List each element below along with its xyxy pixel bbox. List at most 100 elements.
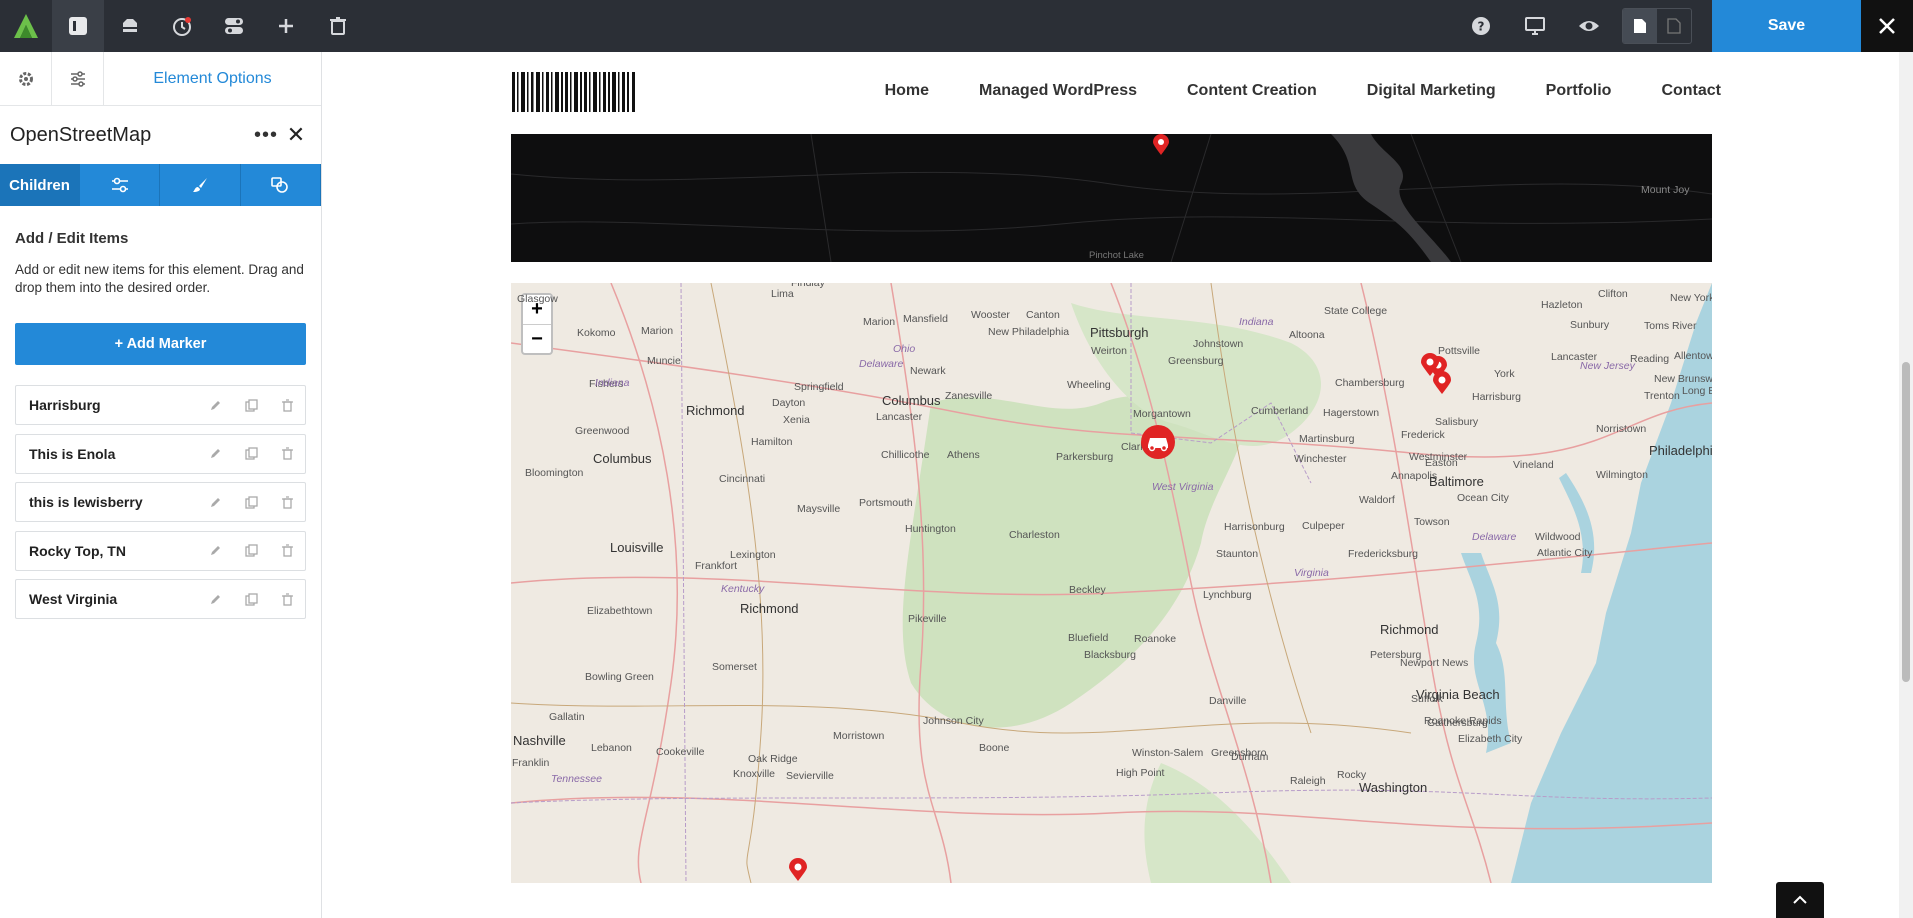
map-label: Weirton [1091,345,1127,357]
close-builder-button[interactable] [1861,0,1913,52]
trash-icon[interactable] [269,398,305,412]
sliders-icon[interactable] [52,52,104,106]
map-label: Harrisburg [1472,391,1522,403]
toolbar-right: ? Save [1454,0,1913,52]
page-canvas: Home Managed WordPress Content Creation … [323,52,1913,918]
nav-managed-wordpress[interactable]: Managed WordPress [979,82,1137,100]
scrollbar-thumb[interactable] [1902,362,1910,682]
page-scrollbar[interactable] [1899,52,1913,918]
map-label: Morristown [833,730,885,742]
app-logo[interactable] [0,0,52,52]
nav-contact[interactable]: Contact [1661,82,1721,100]
nav-digital-marketing[interactable]: Digital Marketing [1367,82,1496,100]
clone-icon[interactable] [233,544,269,557]
close-panel-icon[interactable]: ✕ [281,122,311,148]
map-marker-icon[interactable] [1419,353,1441,377]
map-label: Richmond [1380,622,1439,637]
settings-icon [111,177,128,193]
map-label: Culpeper [1302,520,1345,532]
list-item[interactable]: West Virginia [15,579,306,619]
map-marker-icon[interactable] [787,858,809,882]
clone-icon[interactable] [233,447,269,460]
map-label: Dayton [772,397,806,409]
nav-home[interactable]: Home [885,82,929,100]
car-marker-icon[interactable] [1140,424,1176,460]
map-label: Lancaster [1551,351,1598,363]
map-label: Columbus [882,393,941,408]
tab-children[interactable]: Children [0,164,80,206]
trash-icon[interactable] [269,544,305,557]
map-label: Charleston [1009,529,1060,541]
section-description: Add or edit new items for this element. … [15,262,304,295]
map-label: Towson [1414,516,1450,528]
list-item[interactable]: Rocky Top, TN [15,530,306,571]
scroll-to-top-button[interactable] [1776,882,1824,918]
more-options-icon[interactable]: ••• [251,124,281,147]
map-label: Wooster [971,309,1010,321]
tab-settings[interactable] [80,164,161,206]
list-item[interactable]: Harrisburg [15,385,306,425]
zoom-out-button[interactable]: − [523,324,551,353]
trash-icon[interactable] [269,447,305,460]
map-label: Philadelphia [1649,443,1712,458]
map-label: Delaware [859,358,904,370]
clone-icon[interactable] [233,495,269,509]
section-title: Add / Edit Items [15,230,129,247]
add-marker-button[interactable]: + Add Marker [15,323,306,365]
list-item[interactable]: this is lewisberry [15,482,306,522]
element-header: OpenStreetMap ••• ✕ [0,106,321,164]
map-label: Indiana [1239,316,1274,328]
map-label: Toms River [1644,320,1697,332]
trash-icon[interactable] [312,0,364,52]
openstreetmap[interactable]: + − Glasgow Kokomo Marion Fishers Muncie Indi… [511,283,1712,883]
map-label: Blacksburg [1084,649,1136,661]
history-icon[interactable] [156,0,208,52]
map-label: New Philadelphia [988,326,1070,338]
map-label: Hazleton [1541,299,1583,311]
map-label: Wheeling [1067,379,1111,391]
database-icon[interactable] [104,0,156,52]
tab-element-options[interactable]: Element Options [104,52,321,105]
layout-icon[interactable] [52,0,104,52]
map-label: Kentucky [721,583,765,595]
map-label: Sevierville [786,770,834,782]
map-marker-icon[interactable] [1151,134,1171,156]
map-label: Sunbury [1570,319,1610,331]
toggle-icon[interactable] [208,0,260,52]
barcode-logo[interactable] [512,72,636,112]
map-label: Muncie [647,355,681,367]
help-icon[interactable]: ? [1454,0,1508,52]
item-label: Rocky Top, TN [29,542,126,559]
list-item[interactable]: This is Enola [15,433,306,474]
map-label: Wilmington [1596,469,1648,481]
edit-icon[interactable] [197,399,233,412]
dark-map[interactable]: Mount Joy Pinchot Lake [511,134,1712,262]
clone-icon[interactable] [233,398,269,412]
map-label: Lebanon [591,742,632,754]
save-button[interactable]: Save [1712,0,1861,52]
edit-icon[interactable] [197,447,233,460]
map-label: Delaware [1472,531,1517,543]
edit-icon[interactable] [197,593,233,606]
plus-icon[interactable] [260,0,312,52]
map-label: Pinchot Lake [1089,250,1144,261]
clone-icon[interactable] [233,592,269,606]
map-label: Louisville [610,540,664,555]
edit-icon[interactable] [197,496,233,509]
gear-icon[interactable] [0,52,52,106]
nav-content-creation[interactable]: Content Creation [1187,82,1317,100]
trash-icon[interactable] [269,592,305,606]
page-icon[interactable] [1623,9,1657,43]
edit-icon[interactable] [197,544,233,557]
map-label: Parkersburg [1056,451,1114,463]
tab-style[interactable] [160,164,241,206]
page-outline-icon[interactable] [1657,9,1691,43]
map-label: Mansfield [903,313,948,325]
map-label: Martinsburg [1299,433,1355,445]
desktop-icon[interactable] [1508,0,1562,52]
tab-extras[interactable] [241,164,321,206]
map-label: Bluefield [1068,632,1109,644]
trash-icon[interactable] [269,495,305,509]
nav-portfolio[interactable]: Portfolio [1546,82,1612,100]
eye-icon[interactable] [1562,0,1616,52]
